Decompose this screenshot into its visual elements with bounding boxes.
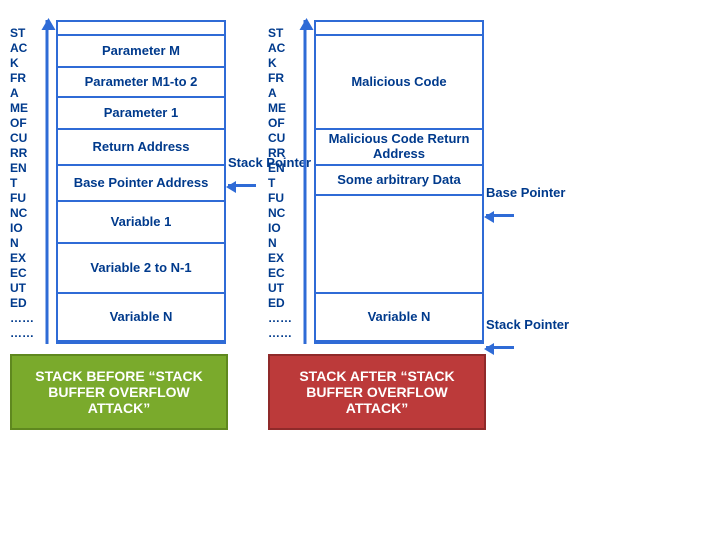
- stack-cell: Malicious Code: [316, 36, 482, 130]
- panel-after: ST AC K FR A ME OF CU RR EN T FU NC IO N…: [268, 20, 486, 430]
- stack-cell: Variable N: [316, 294, 482, 342]
- stack-cell: Variable N: [58, 294, 224, 342]
- diagram-root: ST AC K FR A ME OF CU RR EN T FU NC IO N…: [10, 20, 698, 430]
- side-label-before: ST AC K FR A ME OF CU RR EN T FU NC IO N…: [10, 20, 38, 344]
- arrow-left-icon: [486, 346, 514, 349]
- grow-arrow-after: [296, 20, 314, 344]
- stack-cell: Parameter 1: [58, 98, 224, 130]
- stack-cell: Parameter M1-to 2: [58, 68, 224, 98]
- caption-before: STACK BEFORE “STACK BUFFER OVERFLOW ATTA…: [10, 354, 228, 430]
- caption-after: STACK AFTER “STACK BUFFER OVERFLOW ATTAC…: [268, 354, 486, 430]
- stack-cell: [316, 196, 482, 294]
- arrow-left-icon: [486, 214, 514, 217]
- panel-before: ST AC K FR A ME OF CU RR EN T FU NC IO N…: [10, 20, 228, 430]
- arrow-left-icon: [228, 184, 256, 187]
- stack-cell: Variable 1: [58, 202, 224, 244]
- stack-cell: Malicious Code Return Address: [316, 130, 482, 166]
- grow-arrow-before: [38, 20, 56, 344]
- stack-area-after: ST AC K FR A ME OF CU RR EN T FU NC IO N…: [268, 20, 484, 344]
- stack-cell: [316, 22, 482, 36]
- stack-area-before: ST AC K FR A ME OF CU RR EN T FU NC IO N…: [10, 20, 226, 344]
- side-label-after: ST AC K FR A ME OF CU RR EN T FU NC IO N…: [268, 20, 296, 344]
- pointer-label: Base Pointer: [486, 186, 565, 200]
- pointer: Stack Pointer: [486, 318, 569, 349]
- arrow-up-icon: [304, 20, 307, 344]
- stack-cell: [58, 22, 224, 36]
- stack-cell: Variable 2 to N-1: [58, 244, 224, 294]
- stack-cell: Some arbitrary Data: [316, 166, 482, 196]
- stack-box-after: Malicious CodeMalicious Code Return Addr…: [314, 20, 484, 344]
- arrow-up-icon: [46, 20, 49, 344]
- pointer: Base Pointer: [486, 186, 565, 217]
- stack-box-before: Parameter MParameter M1-to 2Parameter 1R…: [56, 20, 226, 344]
- stack-cell: Return Address: [58, 130, 224, 166]
- stack-cell: Parameter M: [58, 36, 224, 68]
- pointer-label: Stack Pointer: [486, 318, 569, 332]
- stack-cell: Base Pointer Address: [58, 166, 224, 202]
